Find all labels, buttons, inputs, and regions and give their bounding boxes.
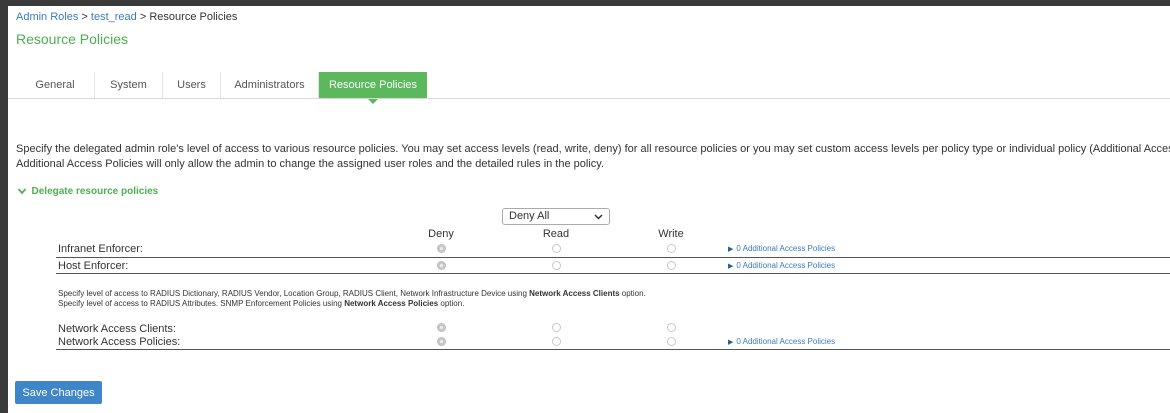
note-text: Specify level of access to RADIUS Attrib… <box>58 299 345 308</box>
additional-access-policies-link[interactable]: ▶ 0 Additional Access Policies <box>728 244 835 253</box>
breadcrumb-current: Resource Policies <box>149 11 238 23</box>
column-header-deny: Deny <box>428 228 454 240</box>
triangle-right-icon: ▶ <box>728 339 734 346</box>
link-label: 0 Additional Access Policies <box>736 244 836 253</box>
column-header-write: Write <box>658 228 684 240</box>
radio-host-deny[interactable] <box>437 261 446 270</box>
breadcrumb-admin-roles[interactable]: Admin Roles <box>16 11 78 23</box>
breadcrumb-separator: > <box>81 11 88 23</box>
radio-nac-read[interactable] <box>552 323 561 332</box>
access-level-select[interactable]: Deny All <box>502 208 610 225</box>
breadcrumb-separator: > <box>139 11 147 23</box>
radio-infranet-read[interactable] <box>552 244 561 253</box>
row-divider <box>56 273 1170 274</box>
note-network-access-clients: Specify level of access to RADIUS Dictio… <box>58 289 646 298</box>
radio-nap-read[interactable] <box>552 337 561 346</box>
delegate-resource-policies-toggle[interactable]: Delegate resource policies <box>17 186 159 197</box>
tab-general[interactable]: General <box>16 72 95 99</box>
row-divider <box>56 257 1170 258</box>
radio-host-write[interactable] <box>667 261 676 270</box>
note-bold: Network Access Clients <box>529 289 620 298</box>
tab-divider <box>8 98 1170 99</box>
triangle-right-icon: ▶ <box>728 246 734 253</box>
additional-access-policies-link[interactable]: ▶ 0 Additional Access Policies <box>728 261 835 270</box>
link-label: 0 Additional Access Policies <box>736 261 836 270</box>
page-title: Resource Policies <box>16 31 129 47</box>
row-label-network-access-policies: Network Access Policies: <box>58 336 181 348</box>
breadcrumb: Admin Roles > test_read > Resource Polic… <box>16 11 237 23</box>
save-changes-button[interactable]: Save Changes <box>15 381 102 404</box>
chevron-down-icon <box>17 186 29 196</box>
row-label-network-access-clients: Network Access Clients: <box>58 323 176 335</box>
breadcrumb-test-read[interactable]: test_read <box>91 11 137 23</box>
description-line: Additional Access Policies will only all… <box>16 158 605 170</box>
note-text: option. <box>438 299 465 308</box>
note-network-access-policies: Specify level of access to RADIUS Attrib… <box>58 299 464 308</box>
description-line: Specify the delegated admin role's level… <box>16 143 1170 155</box>
tab-resource-policies[interactable]: Resource Policies <box>319 72 427 104</box>
link-label: 0 Additional Access Policies <box>736 337 836 346</box>
tab-users[interactable]: Users <box>163 72 221 99</box>
radio-nac-deny[interactable] <box>437 323 446 332</box>
additional-access-policies-link[interactable]: ▶ 0 Additional Access Policies <box>728 337 835 346</box>
row-label-infranet-enforcer: Infranet Enforcer: <box>58 243 143 255</box>
tab-system[interactable]: System <box>95 72 163 99</box>
row-label-host-enforcer: Host Enforcer: <box>58 260 129 272</box>
radio-nac-write[interactable] <box>667 323 676 332</box>
triangle-right-icon: ▶ <box>728 263 734 270</box>
tab-administrators[interactable]: Administrators <box>221 72 319 99</box>
description: Specify the delegated admin role's level… <box>16 142 1170 172</box>
note-text: Specify level of access to RADIUS Dictio… <box>58 289 530 298</box>
main-panel: Admin Roles > test_read > Resource Polic… <box>8 6 1170 413</box>
radio-nap-deny[interactable] <box>437 337 446 346</box>
column-header-read: Read <box>542 228 570 240</box>
section-title: Delegate resource policies <box>31 186 159 197</box>
chevron-down-icon <box>594 209 603 229</box>
radio-infranet-deny[interactable] <box>437 244 446 253</box>
tab-bar: General System Users Administrators Reso… <box>16 72 427 104</box>
note-bold: Network Access Policies <box>344 299 439 308</box>
note-text: option. <box>619 289 646 298</box>
row-divider <box>56 349 1170 350</box>
radio-nap-write[interactable] <box>667 337 676 346</box>
radio-host-read[interactable] <box>552 261 561 270</box>
select-value: Deny All <box>509 210 550 222</box>
radio-infranet-write[interactable] <box>667 244 676 253</box>
